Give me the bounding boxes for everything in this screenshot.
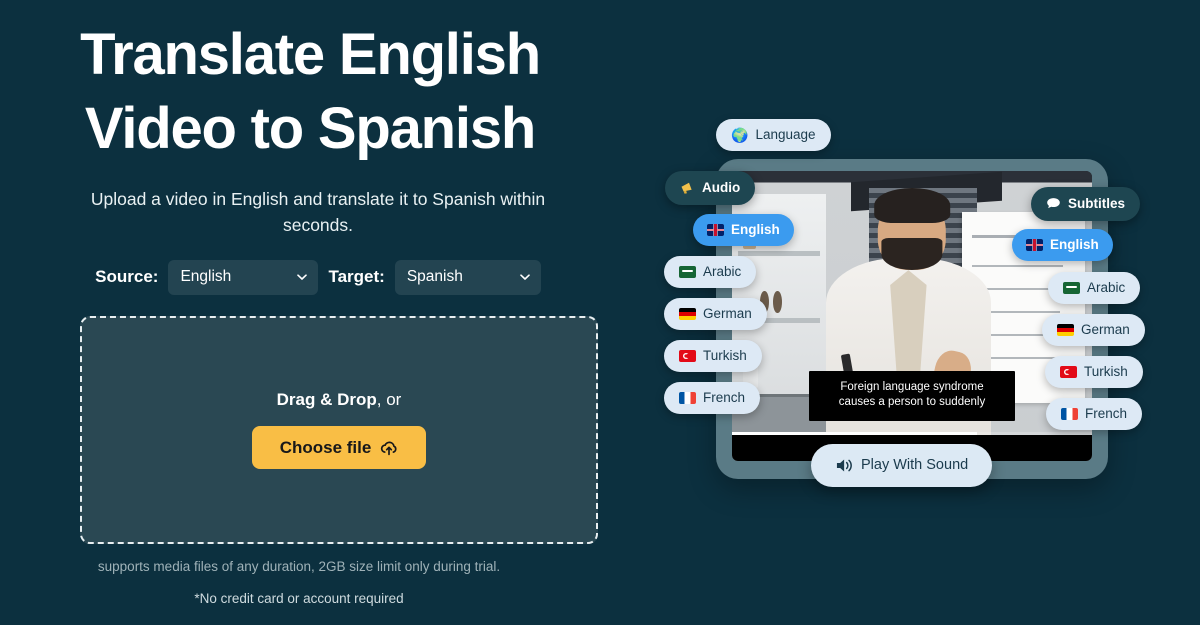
audio-chip-label: Audio bbox=[702, 180, 741, 196]
subtitle-language-turkish[interactable]: Turkish bbox=[1045, 356, 1143, 388]
subtitle-language-label: German bbox=[1081, 322, 1130, 337]
landing-page: Translate English Video to Spanish Uploa… bbox=[0, 0, 1200, 625]
choose-file-button[interactable]: Choose file bbox=[251, 426, 427, 470]
choose-file-label: Choose file bbox=[279, 438, 372, 458]
flag-icon-fr bbox=[1061, 407, 1078, 420]
audio-language-turkish[interactable]: Turkish bbox=[664, 340, 762, 372]
preview-right-column: Foreign language syndrome causes a perso… bbox=[660, 0, 1200, 625]
audio-language-label: German bbox=[703, 306, 752, 321]
presenter-hair bbox=[874, 188, 950, 224]
subtitles-chip-label: Subtitles bbox=[1068, 196, 1126, 211]
subtitle-language-label: English bbox=[1050, 237, 1099, 252]
page-title-line-1: Translate English bbox=[80, 22, 541, 87]
target-language-select[interactable]: Spanish bbox=[394, 260, 541, 295]
source-language-select[interactable]: English bbox=[168, 260, 319, 295]
subtitle-language-french[interactable]: French bbox=[1046, 398, 1143, 430]
flag-icon-sa bbox=[679, 265, 696, 278]
fineprint-block: supports media files of any duration, 2G… bbox=[0, 559, 660, 606]
target-select-wrapper: Spanish bbox=[394, 260, 541, 295]
page-subtitle: Upload a video in English and translate … bbox=[90, 189, 546, 235]
language-chip[interactable]: 🌍 Language bbox=[716, 119, 831, 151]
dropzone-drag-strong: Drag & Drop bbox=[276, 390, 377, 410]
caption-line-1: Foreign language syndrome bbox=[840, 380, 984, 393]
source-label: Source: bbox=[95, 267, 159, 287]
target-label: Target: bbox=[328, 267, 385, 287]
flag-icon-sa bbox=[1063, 281, 1080, 294]
video-caption: Foreign language syndrome causes a perso… bbox=[809, 370, 1015, 421]
audio-language-arabic[interactable]: Arabic bbox=[664, 256, 757, 288]
audio-language-label: Turkish bbox=[703, 348, 747, 363]
subtitle-language-german[interactable]: German bbox=[1042, 314, 1145, 346]
subtitle-language-label: Arabic bbox=[1087, 280, 1126, 295]
language-chip-label: Language bbox=[755, 127, 816, 143]
audio-language-label: English bbox=[731, 222, 780, 237]
flag-icon-fr bbox=[679, 391, 696, 404]
subtitle-language-label: Turkish bbox=[1084, 364, 1128, 379]
page-title: Translate English Video to Spanish bbox=[0, 18, 660, 165]
subtitle-language-english[interactable]: English bbox=[1012, 229, 1113, 261]
subtitles-chip[interactable]: Subtitles bbox=[1031, 187, 1141, 221]
flag-icon-de bbox=[679, 307, 696, 320]
whiteboard-writing bbox=[972, 265, 1063, 268]
play-with-sound-button[interactable]: Play With Sound bbox=[811, 444, 993, 487]
cloud-upload-icon bbox=[380, 440, 398, 456]
flag-icon-gb bbox=[707, 223, 724, 236]
dropzone-drag-rest: , or bbox=[376, 390, 402, 410]
shelf-object bbox=[773, 291, 782, 314]
audio-language-label: French bbox=[703, 390, 746, 405]
source-select-wrapper: English bbox=[168, 260, 319, 295]
flag-icon-de bbox=[1057, 323, 1074, 336]
audio-language-french[interactable]: French bbox=[664, 382, 761, 414]
flag-icon-tr bbox=[1060, 365, 1077, 378]
dropzone-instruction: Drag & Drop, or bbox=[277, 390, 402, 410]
presenter-beard bbox=[881, 237, 943, 270]
globe-icon: 🌍 bbox=[731, 127, 749, 143]
fineprint-nocard-text: *No credit card or account required bbox=[194, 590, 404, 606]
speaker-icon bbox=[835, 457, 854, 474]
subtitle-language-label: French bbox=[1085, 406, 1128, 421]
page-title-line-2: Video to Spanish bbox=[84, 95, 536, 161]
audio-chip[interactable]: Audio bbox=[665, 171, 756, 205]
audio-language-label: Arabic bbox=[703, 264, 742, 279]
audio-language-german[interactable]: German bbox=[664, 298, 767, 330]
play-with-sound-label: Play With Sound bbox=[861, 457, 969, 474]
subtitle-language-arabic[interactable]: Arabic bbox=[1048, 272, 1141, 304]
presenter-shirt bbox=[890, 270, 927, 376]
fineprint-support-text: supports media files of any duration, 2G… bbox=[97, 558, 501, 574]
flag-icon-tr bbox=[679, 349, 696, 362]
language-selector-row: Source: English Target: Spanish bbox=[0, 260, 660, 295]
flag-icon-gb bbox=[1026, 238, 1043, 251]
megaphone-icon bbox=[680, 181, 695, 195]
caption-line-2: causes a person to suddenly bbox=[838, 396, 986, 409]
audio-language-english[interactable]: English bbox=[693, 214, 794, 246]
speech-bubble-icon bbox=[1046, 197, 1061, 210]
hero-left-column: Translate English Video to Spanish Uploa… bbox=[0, 0, 660, 625]
file-dropzone[interactable]: Drag & Drop, or Choose file bbox=[80, 315, 598, 544]
